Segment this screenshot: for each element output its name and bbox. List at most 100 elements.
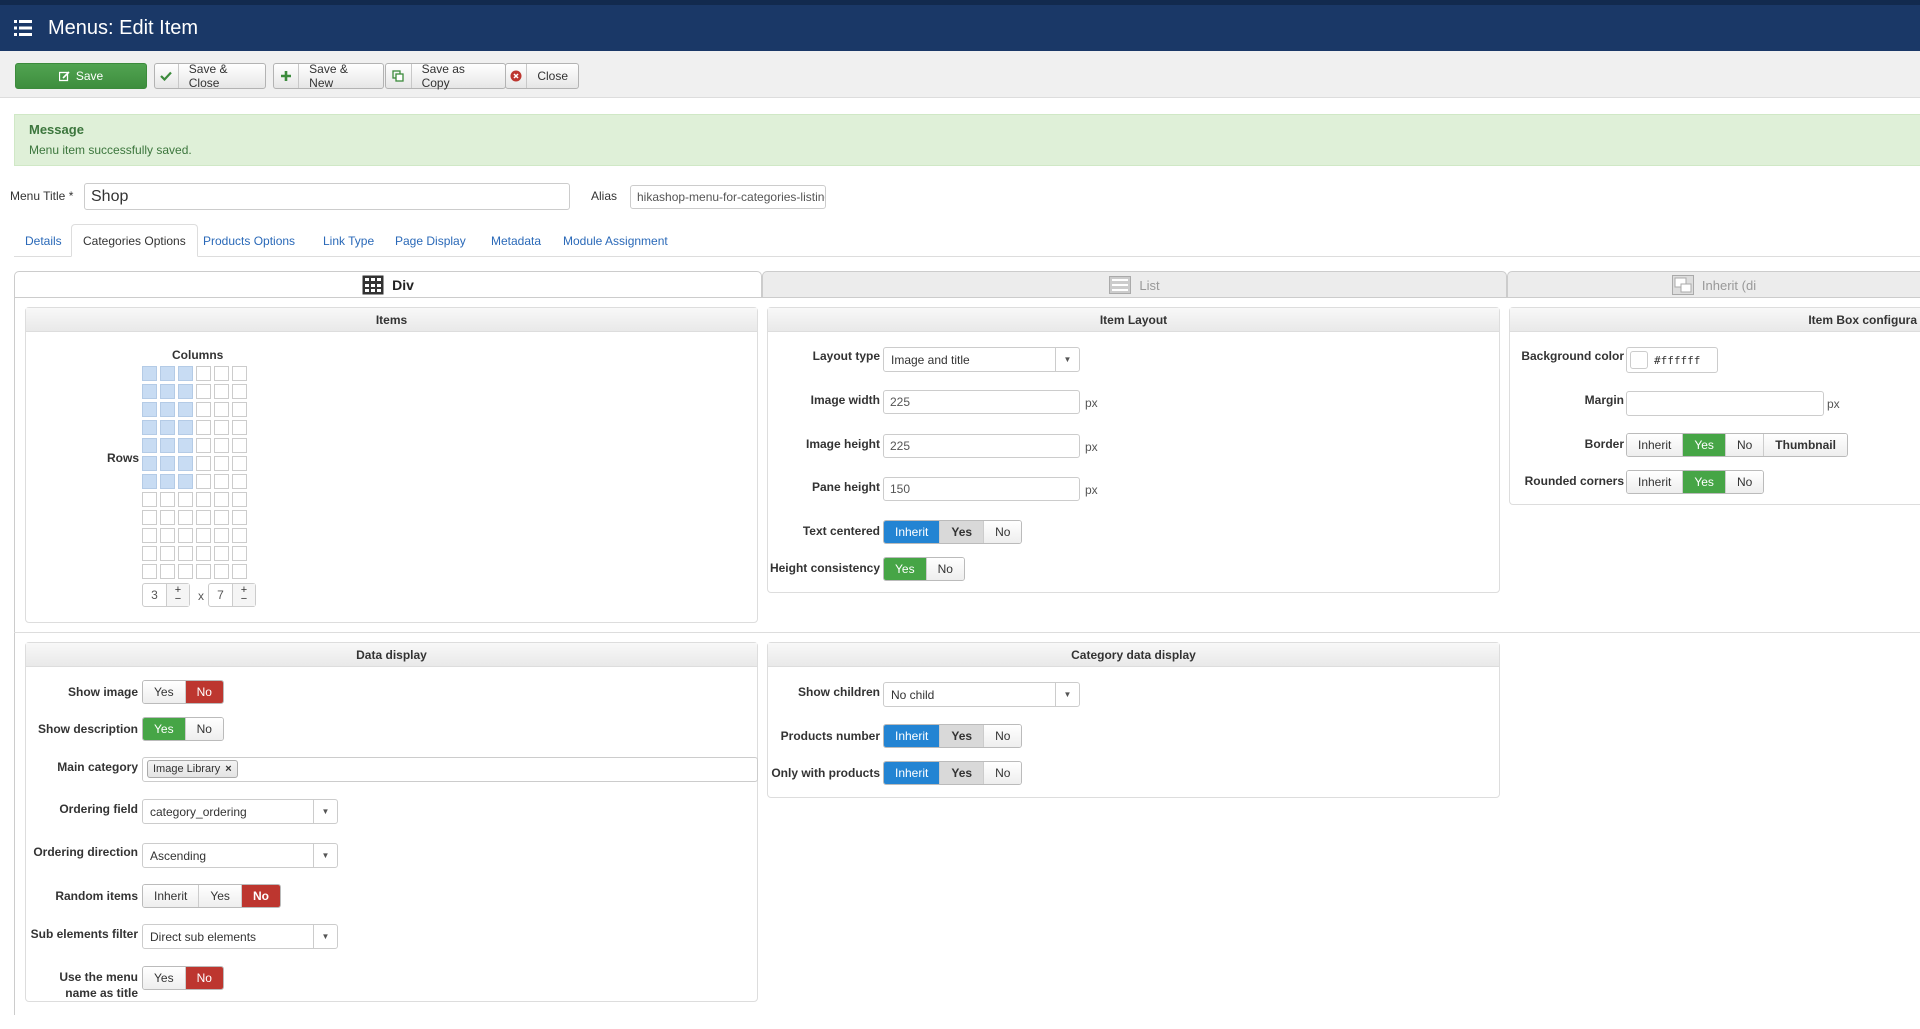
grid-cell[interactable]	[142, 492, 157, 507]
grid-cell[interactable]	[178, 492, 193, 507]
ordering-field-select[interactable]: category_ordering ▼	[142, 799, 338, 824]
grid-cell[interactable]	[160, 546, 175, 561]
grid-cell[interactable]	[142, 438, 157, 453]
grid-cell[interactable]	[232, 366, 247, 381]
only-with-products-toggle[interactable]: Inherit Yes No	[883, 761, 1023, 785]
grid-cell[interactable]	[232, 456, 247, 471]
alias-input[interactable]: hikashop-menu-for-categories-listing	[630, 185, 826, 209]
save-copy-button[interactable]: Save as Copy	[385, 62, 506, 90]
sub-filter-select[interactable]: Direct sub elements ▼	[142, 924, 338, 949]
grid-cell[interactable]	[160, 510, 175, 525]
image-height-input[interactable]: 225	[883, 434, 1080, 458]
grid-cell[interactable]	[232, 384, 247, 399]
image-width-input[interactable]: 225	[883, 390, 1080, 414]
grid-cell[interactable]	[160, 492, 175, 507]
grid-cell[interactable]	[196, 402, 211, 417]
show-description-toggle[interactable]: Yes No	[142, 717, 224, 741]
text-centered-yes[interactable]: Yes	[940, 521, 985, 543]
grid-cell[interactable]	[214, 384, 229, 399]
grid-cell[interactable]	[214, 456, 229, 471]
grid-cell[interactable]	[232, 564, 247, 579]
grid-cell[interactable]	[160, 402, 175, 417]
grid-cell[interactable]	[160, 384, 175, 399]
grid-cell[interactable]	[232, 438, 247, 453]
grid-cell[interactable]	[178, 546, 193, 561]
rows-minus[interactable]: −	[241, 594, 247, 605]
grid-cell[interactable]	[232, 420, 247, 435]
grid-cell[interactable]	[142, 420, 157, 435]
grid-cell[interactable]	[232, 510, 247, 525]
remove-tag-icon[interactable]: ×	[225, 763, 231, 775]
grid-cell[interactable]	[196, 420, 211, 435]
grid-cell[interactable]	[160, 438, 175, 453]
rounded-yes[interactable]: Yes	[1683, 471, 1726, 493]
grid-cell[interactable]	[178, 420, 193, 435]
color-swatch[interactable]	[1630, 351, 1648, 369]
show-image-yes[interactable]: Yes	[143, 681, 186, 703]
columns-minus[interactable]: −	[175, 594, 181, 605]
rounded-no[interactable]: No	[1725, 471, 1764, 493]
layout-tab-inherit[interactable]: Inherit (di	[1507, 271, 1920, 298]
random-no[interactable]: No	[241, 885, 280, 907]
grid-cell[interactable]	[142, 402, 157, 417]
height-consistency-yes[interactable]: Yes	[884, 558, 927, 580]
grid-cell[interactable]	[196, 474, 211, 489]
grid-cell[interactable]	[178, 474, 193, 489]
grid-cell[interactable]	[178, 510, 193, 525]
tab-products-options[interactable]: Products Options	[192, 224, 306, 257]
grid-cell[interactable]	[214, 528, 229, 543]
random-inherit[interactable]: Inherit	[143, 885, 200, 907]
close-button[interactable]: Close	[505, 63, 579, 89]
show-image-toggle[interactable]: Yes No	[142, 680, 224, 704]
grid-cell[interactable]	[178, 402, 193, 417]
grid-cell[interactable]	[196, 510, 211, 525]
grid-cell[interactable]	[196, 546, 211, 561]
grid-cell[interactable]	[142, 510, 157, 525]
grid-cell[interactable]	[214, 510, 229, 525]
random-items-toggle[interactable]: Inherit Yes No	[142, 884, 281, 908]
border-yes[interactable]: Yes	[1683, 434, 1726, 456]
grid-cell[interactable]	[160, 456, 175, 471]
grid-cell[interactable]	[232, 528, 247, 543]
use-menu-name-toggle[interactable]: Yes No	[142, 966, 224, 990]
layout-tab-div[interactable]: Div	[14, 271, 762, 298]
grid-cell[interactable]	[142, 474, 157, 489]
tab-page-display[interactable]: Page Display	[384, 224, 477, 257]
grid-cell[interactable]	[196, 384, 211, 399]
grid-cell[interactable]	[160, 564, 175, 579]
grid-cell[interactable]	[142, 564, 157, 579]
save-new-button[interactable]: Save & New	[273, 62, 384, 90]
columns-stepper[interactable]: 3 + −	[142, 583, 190, 607]
grid-cell[interactable]	[196, 528, 211, 543]
grid-cell[interactable]	[214, 438, 229, 453]
products-number-no[interactable]: No	[984, 725, 1022, 747]
grid-cell[interactable]	[160, 474, 175, 489]
tab-module-assignment[interactable]: Module Assignment	[552, 224, 679, 257]
grid-cell[interactable]	[214, 492, 229, 507]
random-yes[interactable]: Yes	[199, 885, 242, 907]
grid-cell[interactable]	[142, 456, 157, 471]
layout-tab-list[interactable]: List	[762, 271, 1507, 298]
grid-cell[interactable]	[232, 546, 247, 561]
grid-cell[interactable]	[160, 366, 175, 381]
grid-cell[interactable]	[142, 384, 157, 399]
border-no[interactable]: No	[1725, 434, 1765, 456]
grid-cell[interactable]	[196, 564, 211, 579]
tab-categories-options[interactable]: Categories Options	[71, 224, 198, 257]
grid-cell[interactable]	[196, 456, 211, 471]
grid-cell[interactable]	[214, 474, 229, 489]
grid-cell[interactable]	[214, 420, 229, 435]
tab-link-type[interactable]: Link Type	[312, 224, 385, 257]
layout-type-select[interactable]: Image and title ▼	[883, 347, 1080, 372]
border-toggle[interactable]: Inherit Yes No Thumbnail	[1626, 433, 1848, 457]
grid-cell[interactable]	[214, 402, 229, 417]
grid-cell[interactable]	[178, 528, 193, 543]
show-description-yes[interactable]: Yes	[143, 718, 186, 740]
show-description-no[interactable]: No	[185, 718, 223, 740]
rounded-corners-toggle[interactable]: Inherit Yes No	[1626, 470, 1765, 494]
grid-cell[interactable]	[142, 546, 157, 561]
grid-cell[interactable]	[178, 564, 193, 579]
rows-stepper[interactable]: 7 + −	[208, 583, 256, 607]
grid-cell[interactable]	[196, 492, 211, 507]
tab-details[interactable]: Details	[14, 224, 73, 257]
